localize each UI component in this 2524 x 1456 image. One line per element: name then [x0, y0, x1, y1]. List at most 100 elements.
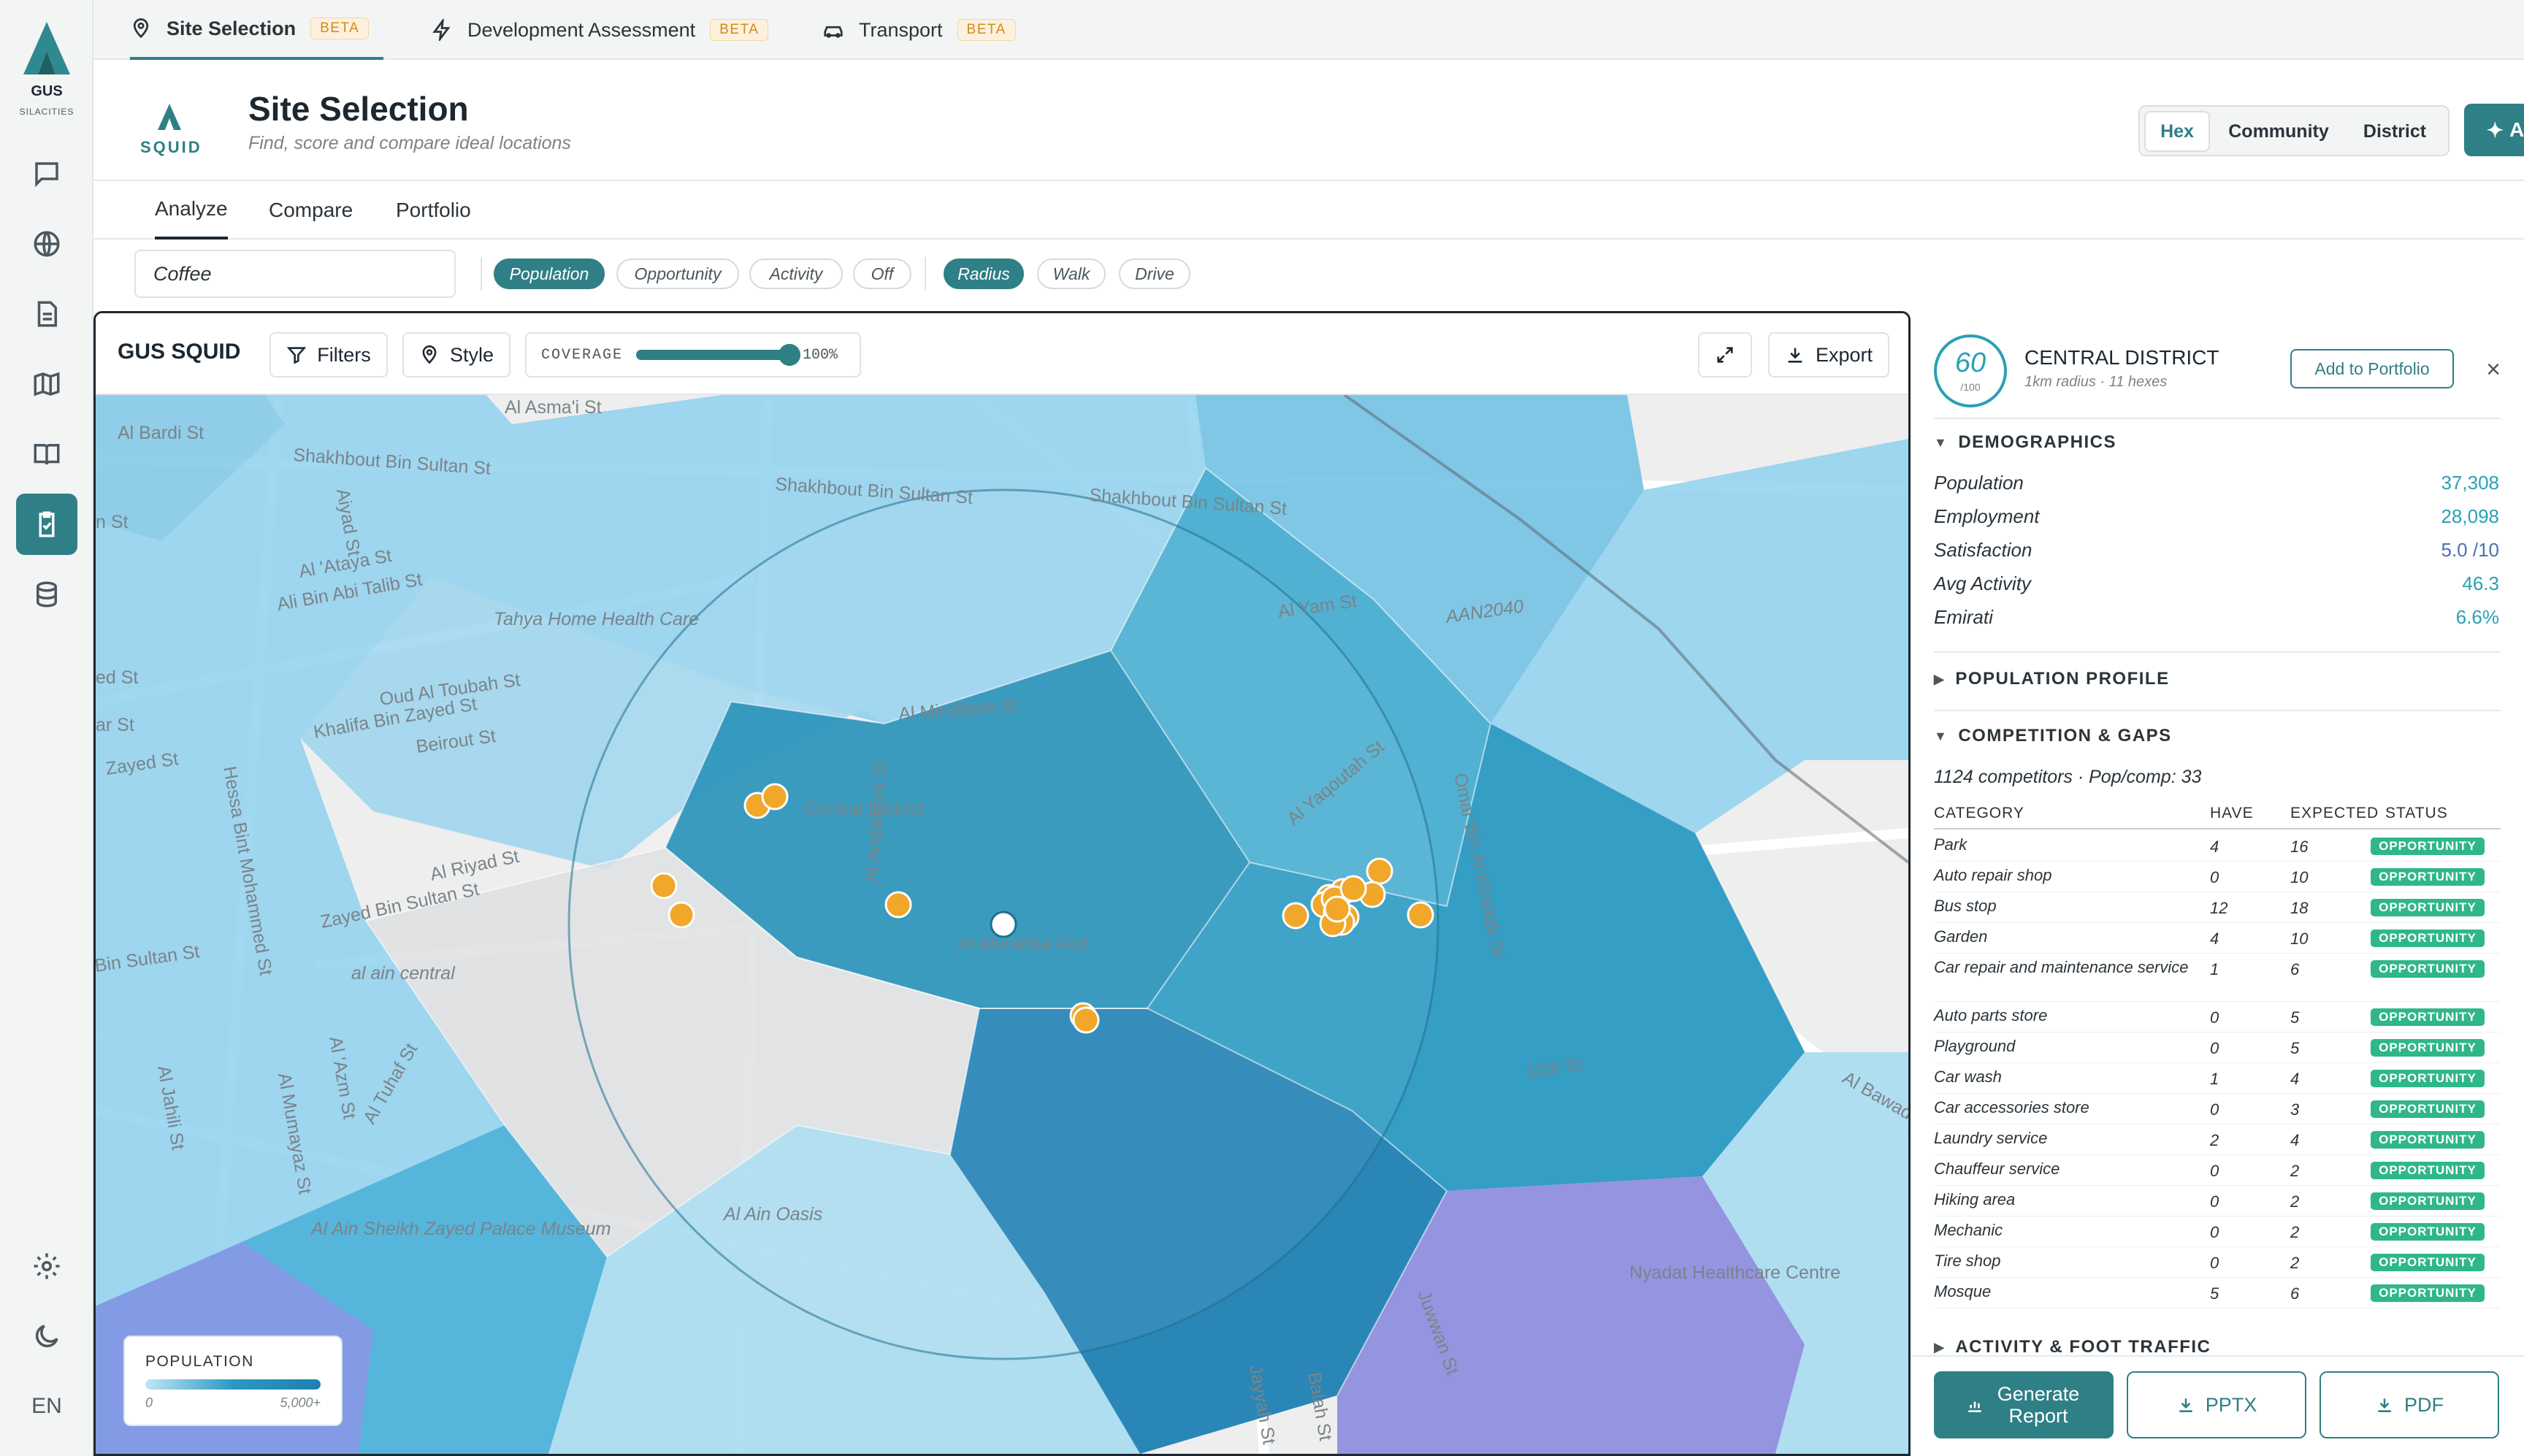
squid-logo-icon — [158, 104, 181, 130]
tab-development-assessment[interactable]: Development Assessment BETA — [431, 0, 769, 60]
table-row[interactable]: Car repair and maintenance service 1 6 OPPO… — [1934, 954, 2501, 1002]
pdf-button[interactable]: PDF — [2320, 1371, 2499, 1438]
theme-toggle-button[interactable] — [16, 1306, 77, 1367]
tab-analyze[interactable]: Analyze — [155, 181, 228, 240]
status-badge: OPPORTUNITY — [2371, 1100, 2485, 1118]
table-row[interactable]: Playground 0 5 OPPORTUNITY — [1934, 1032, 2501, 1063]
chip-drive[interactable]: Drive — [1119, 258, 1190, 289]
site-selection-nav-button[interactable] — [16, 494, 77, 555]
gus-logo[interactable] — [18, 20, 76, 79]
competitor-marker[interactable] — [761, 783, 789, 811]
category-cell: Tire shop — [1934, 1252, 2001, 1270]
competitor-marker[interactable] — [1072, 1006, 1100, 1034]
selected-location-marker[interactable] — [990, 911, 1017, 938]
tab-site-selection[interactable]: Site Selection BETA — [130, 0, 384, 60]
add-to-portfolio-button[interactable]: Add to Portfolio — [2290, 349, 2454, 388]
chip-activity[interactable]: Activity — [749, 258, 843, 289]
competitor-marker[interactable] — [1366, 857, 1393, 885]
search-input[interactable]: Coffee — [134, 250, 456, 298]
table-row[interactable]: Laundry service 2 4 OPPORTUNITY — [1934, 1124, 2501, 1155]
competitor-marker[interactable] — [884, 891, 912, 919]
ask-button[interactable]: ✦ Ask — [2464, 104, 2524, 156]
table-row[interactable]: Tire shop 0 2 OPPORTUNITY — [1934, 1247, 2501, 1278]
competitor-marker[interactable] — [1339, 875, 1367, 903]
status-badge: OPPORTUNITY — [2371, 930, 2485, 947]
demographic-value: 6.6% — [2455, 606, 2499, 628]
chip-population[interactable]: Population — [494, 258, 605, 289]
book-nav-button[interactable] — [16, 424, 77, 485]
tab-label: Site Selection — [167, 17, 297, 39]
table-row[interactable]: Auto repair shop 0 10 OPPORTUNITY — [1934, 862, 2501, 892]
database-nav-button[interactable] — [16, 564, 77, 625]
tab-compare[interactable]: Compare — [269, 181, 353, 240]
table-row[interactable]: Auto parts store 0 5 OPPORTUNITY — [1934, 1002, 2501, 1032]
chip-off[interactable]: Off — [853, 258, 911, 289]
page-subtitle: Find, score and compare ideal locations — [248, 133, 571, 153]
category-cell: Mechanic — [1934, 1221, 2003, 1239]
pptx-label: PPTX — [2205, 1393, 2257, 1416]
table-row[interactable]: Hiking area 0 2 OPPORTUNITY — [1934, 1186, 2501, 1216]
competition-summary: 1124 competitors · Pop/comp: 33 — [1934, 767, 2202, 787]
table-row[interactable]: Park 4 16 OPPORTUNITY — [1934, 831, 2501, 862]
divider — [1934, 828, 2501, 829]
tab-transport[interactable]: Transport BETA — [822, 0, 1016, 60]
competitor-marker[interactable] — [1323, 895, 1351, 923]
fullscreen-button[interactable] — [1698, 332, 1752, 378]
expected-cell: 3 — [2290, 1100, 2300, 1119]
map-label: Al Murabba Fort — [956, 934, 1089, 954]
demographic-label: Emirati — [1934, 606, 1993, 628]
table-row[interactable]: Garden 4 10 OPPORTUNITY — [1934, 923, 2501, 954]
map-nav-button[interactable] — [16, 353, 77, 415]
demographics-header[interactable]: ▼ DEMOGRAPHICS — [1934, 432, 2116, 453]
map-title: GUS SQUID — [118, 340, 241, 364]
coverage-handle[interactable] — [779, 344, 801, 366]
table-row[interactable]: Chauffeur service 0 2 OPPORTUNITY — [1934, 1155, 2501, 1186]
competitor-marker[interactable] — [1407, 901, 1434, 929]
have-cell: 5 — [2210, 1284, 2219, 1303]
coverage-slider[interactable] — [636, 344, 801, 366]
competitor-marker[interactable] — [650, 872, 678, 900]
style-button[interactable]: Style — [402, 332, 510, 378]
table-row[interactable]: Mechanic 0 2 OPPORTUNITY — [1934, 1216, 2501, 1247]
collapse-icon: ▼ — [1934, 728, 1949, 743]
have-cell: 0 — [2210, 1100, 2219, 1119]
view-community-button[interactable]: Community — [2216, 111, 2341, 152]
map-icon — [34, 372, 60, 396]
document-nav-button[interactable] — [16, 283, 77, 345]
chip-walk[interactable]: Walk — [1037, 258, 1106, 289]
chip-radius[interactable]: Radius — [944, 258, 1024, 289]
expand-icon — [1717, 347, 1733, 363]
close-icon[interactable]: × — [2479, 355, 2508, 384]
filters-label: Filters — [317, 343, 371, 366]
demographic-label: Satisfaction — [1934, 539, 2032, 561]
table-row[interactable]: Mosque 5 6 OPPORTUNITY — [1934, 1278, 2501, 1309]
generate-report-button[interactable]: Generate Report — [1934, 1371, 2114, 1438]
map-canvas[interactable]: Al Asma'i St Al Bardi St Shakhbout Bin S… — [96, 395, 1908, 1454]
chat-nav-button[interactable] — [16, 143, 77, 204]
logo-text: GUS — [31, 83, 63, 99]
table-row[interactable]: Car wash 1 4 OPPORTUNITY — [1934, 1063, 2501, 1094]
activity-header[interactable]: ▶ ACTIVITY & FOOT TRAFFIC — [1934, 1339, 2211, 1355]
tab-portfolio[interactable]: Portfolio — [396, 181, 471, 240]
status-badge: OPPORTUNITY — [2371, 868, 2485, 886]
expected-cell: 10 — [2290, 930, 2309, 948]
filters-button[interactable]: Filters — [269, 332, 388, 378]
status-badge: OPPORTUNITY — [2371, 1223, 2485, 1241]
demographic-label: Avg Activity — [1934, 572, 2031, 594]
export-button[interactable]: Export — [1768, 332, 1889, 378]
table-row[interactable]: Bus stop 12 18 OPPORTUNITY — [1934, 892, 2501, 923]
pptx-button[interactable]: PPTX — [2127, 1371, 2306, 1438]
globe-nav-button[interactable] — [16, 213, 77, 275]
chip-opportunity[interactable]: Opportunity — [616, 258, 739, 289]
map-label: al ain central — [351, 963, 456, 984]
view-hex-button[interactable]: Hex — [2144, 111, 2210, 152]
settings-nav-button[interactable] — [16, 1235, 77, 1297]
population-profile-header[interactable]: ▶ POPULATION PROFILE — [1934, 669, 2170, 689]
table-row[interactable]: Car accessories store 0 3 OPPORTUNITY — [1934, 1094, 2501, 1124]
competition-header[interactable]: ▼ COMPETITION & GAPS — [1934, 726, 2172, 746]
language-button[interactable]: EN — [16, 1376, 77, 1437]
competitor-marker[interactable] — [668, 901, 695, 929]
view-district-button[interactable]: District — [2347, 111, 2442, 152]
competitor-marker[interactable] — [1282, 902, 1309, 930]
category-cell: Bus stop — [1934, 897, 1997, 915]
